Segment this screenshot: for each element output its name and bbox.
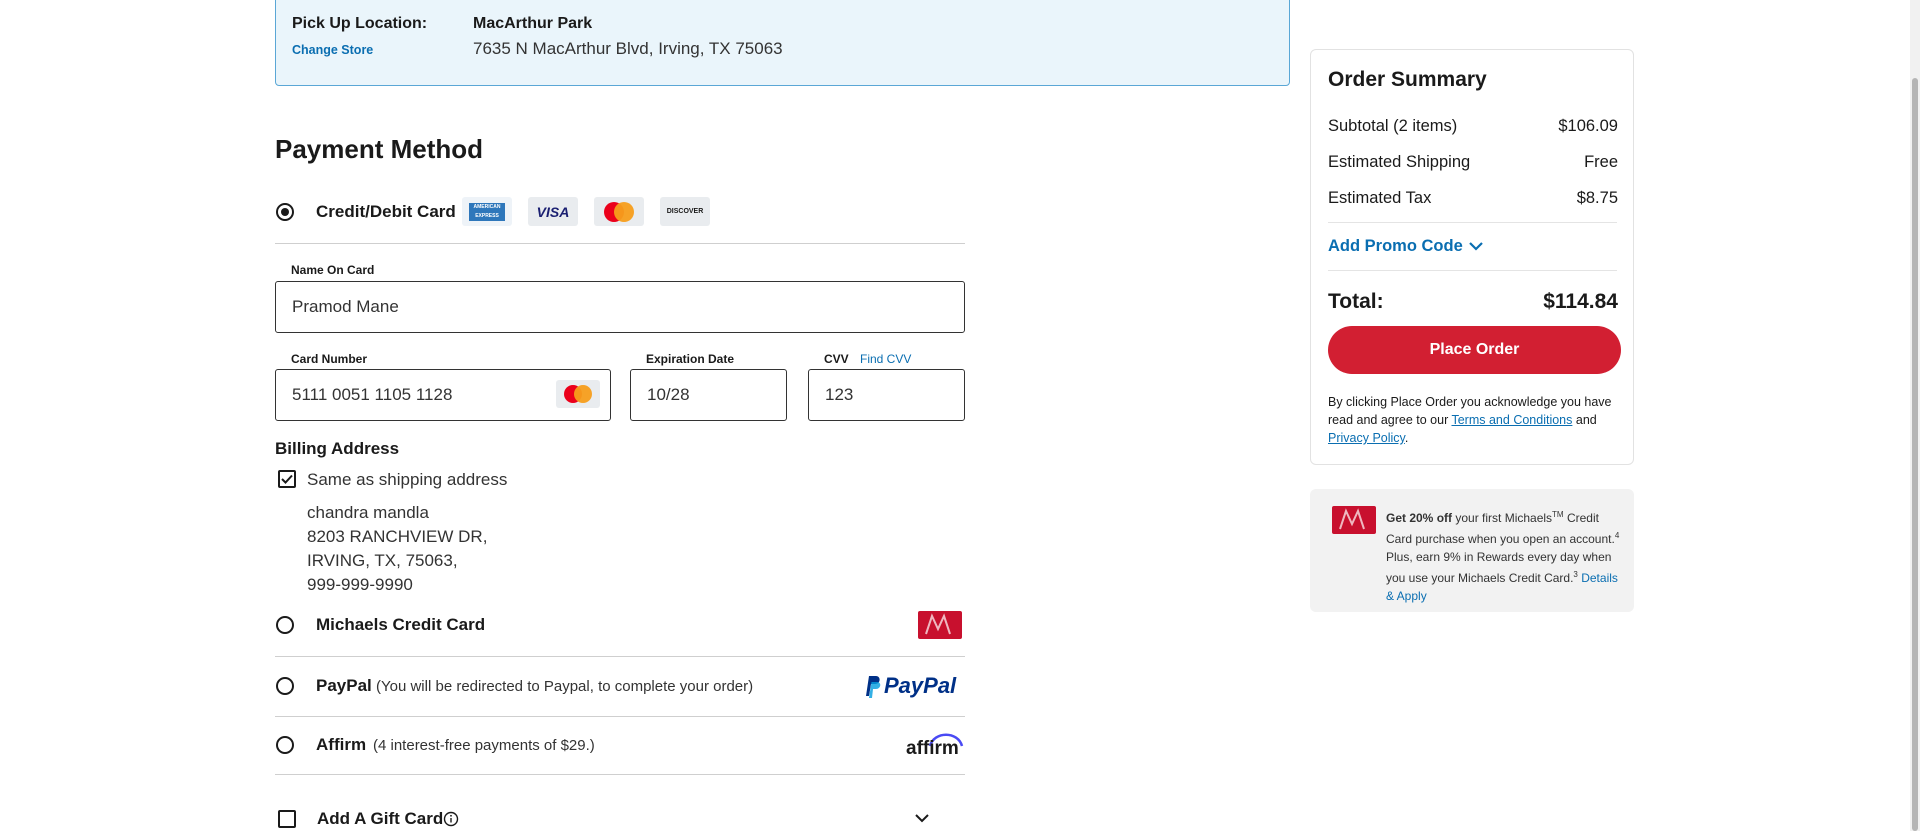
paypal-radio[interactable] — [276, 677, 294, 695]
promo-bold: Get 20% off — [1386, 511, 1453, 525]
michaels-m-icon — [925, 613, 951, 635]
visa-logo: VISA — [528, 197, 578, 226]
add-promo-code-link[interactable]: Add Promo Code — [1328, 237, 1463, 256]
cvv-value: 123 — [825, 385, 854, 404]
affirm-radio[interactable] — [276, 736, 294, 754]
mastercard-logo — [594, 197, 644, 226]
divider — [1328, 222, 1617, 223]
tax-label: Estimated Tax — [1328, 189, 1432, 207]
promo-tm: TM — [1552, 510, 1564, 519]
promo-chevron-down-icon[interactable] — [1468, 241, 1484, 251]
amex-logo: AMERICAN EXPRESS — [462, 197, 512, 226]
mastercard-small-icon — [564, 385, 592, 403]
card-number-mastercard-icon — [556, 380, 600, 408]
name-on-card-value: Pramod Mane — [292, 297, 399, 316]
scrollbar-thumb[interactable] — [1912, 78, 1918, 831]
expiration-label: Expiration Date — [646, 352, 735, 366]
chevron-down-icon[interactable] — [914, 813, 930, 823]
credit-card-label[interactable]: Credit/Debit Card — [316, 202, 456, 222]
paypal-p-icon — [866, 676, 881, 698]
affirm-logo-text: affirm — [906, 738, 959, 759]
checkmark-icon — [281, 474, 293, 484]
billing-address-block: chandra mandla 8203 RANCHVIEW DR, IRVING… — [307, 501, 487, 597]
credit-card-radio[interactable] — [276, 203, 294, 221]
promo-text-part: your first Michaels — [1452, 511, 1553, 525]
billing-address-line: 999-999-9990 — [307, 575, 413, 594]
billing-address-title: Billing Address — [275, 439, 400, 458]
payment-method-title: Payment Method — [275, 134, 484, 164]
shipping-value: Free — [1584, 153, 1618, 171]
billing-address-line: chandra mandla — [307, 503, 429, 522]
promo-footnote: 4 — [1614, 531, 1620, 540]
divider — [275, 774, 965, 775]
total-label: Total: — [1328, 290, 1384, 313]
cvv-input[interactable]: 123 — [808, 369, 965, 421]
change-store-link[interactable]: Change Store — [292, 43, 373, 57]
name-on-card-label: Name On Card — [291, 263, 375, 277]
michaels-card-label[interactable]: Michaels Credit Card — [316, 615, 485, 635]
same-as-shipping-checkbox[interactable] — [278, 470, 296, 488]
expiration-input[interactable]: 10/28 — [630, 369, 787, 421]
discover-logo: DISCOVER — [660, 197, 710, 226]
promo-text-part: Plus, earn 9% in Rewards every day when … — [1386, 550, 1612, 585]
michaels-m-icon — [1339, 508, 1365, 530]
divider — [275, 243, 965, 244]
order-summary-title: Order Summary — [1328, 68, 1487, 91]
tax-value: $8.75 — [1576, 189, 1618, 207]
info-icon[interactable] — [443, 811, 459, 827]
mastercard-circles-icon — [604, 201, 634, 222]
total-value: $114.84 — [1543, 290, 1618, 313]
michaels-card-radio[interactable] — [276, 616, 294, 634]
privacy-link[interactable]: Privacy Policy — [1328, 431, 1405, 445]
pickup-location-box: Pick Up Location: Change Store MacArthur… — [275, 0, 1290, 86]
billing-address-line: IRVING, TX, 75063, — [307, 551, 458, 570]
disclaimer-text: . — [1404, 431, 1409, 445]
subtotal-label: Subtotal (2 items) — [1328, 117, 1458, 135]
paypal-note: (You will be redirected to Paypal, to co… — [376, 678, 754, 695]
michaels-credit-card-image — [1332, 506, 1376, 534]
find-cvv-link[interactable]: Find CVV — [860, 352, 911, 366]
affirm-note: (4 interest-free payments of $29.) — [373, 737, 595, 754]
pickup-label: Pick Up Location: — [292, 15, 428, 32]
divider — [275, 656, 965, 657]
store-name: MacArthur Park — [473, 15, 593, 32]
card-number-label: Card Number — [291, 352, 368, 366]
expiration-value: 10/28 — [647, 385, 690, 404]
billing-address-line: 8203 RANCHVIEW DR, — [307, 527, 488, 546]
card-number-value: 5111 0051 1105 1128 — [292, 385, 453, 404]
michaels-card-icon — [918, 611, 962, 639]
affirm-label[interactable]: Affirm — [316, 735, 366, 755]
affirm-logo: affirm — [906, 733, 964, 759]
visa-logo-text: VISA — [536, 203, 570, 220]
disclaimer-text: and — [1572, 413, 1597, 427]
same-as-shipping-label[interactable]: Same as shipping address — [307, 470, 507, 490]
gift-card-checkbox[interactable] — [278, 810, 296, 828]
place-order-button[interactable]: Place Order — [1328, 326, 1621, 374]
discover-logo-text: DISCOVER — [666, 208, 704, 215]
subtotal-value: $106.09 — [1558, 117, 1618, 135]
name-on-card-input[interactable]: Pramod Mane — [275, 281, 965, 333]
promo-footnote: 3 — [1573, 570, 1578, 579]
cvv-label: CVV — [824, 352, 849, 366]
order-disclaimer: By clicking Place Order you acknowledge … — [1328, 393, 1620, 447]
paypal-logo: PayPal — [862, 673, 964, 699]
paypal-logo-text: PayPal — [884, 673, 957, 698]
gift-card-label[interactable]: Add A Gift Card — [317, 809, 443, 829]
promo-text: Get 20% off your first MichaelsTM Credit… — [1386, 506, 1624, 605]
shipping-label: Estimated Shipping — [1328, 153, 1471, 171]
divider — [1328, 270, 1617, 271]
terms-link[interactable]: Terms and Conditions — [1451, 413, 1572, 427]
store-address: 7635 N MacArthur Blvd, Irving, TX 75063 — [473, 39, 783, 58]
amex-logo-mark: AMERICAN EXPRESS — [469, 202, 505, 221]
paypal-label[interactable]: PayPal — [316, 676, 372, 696]
divider — [275, 716, 965, 717]
